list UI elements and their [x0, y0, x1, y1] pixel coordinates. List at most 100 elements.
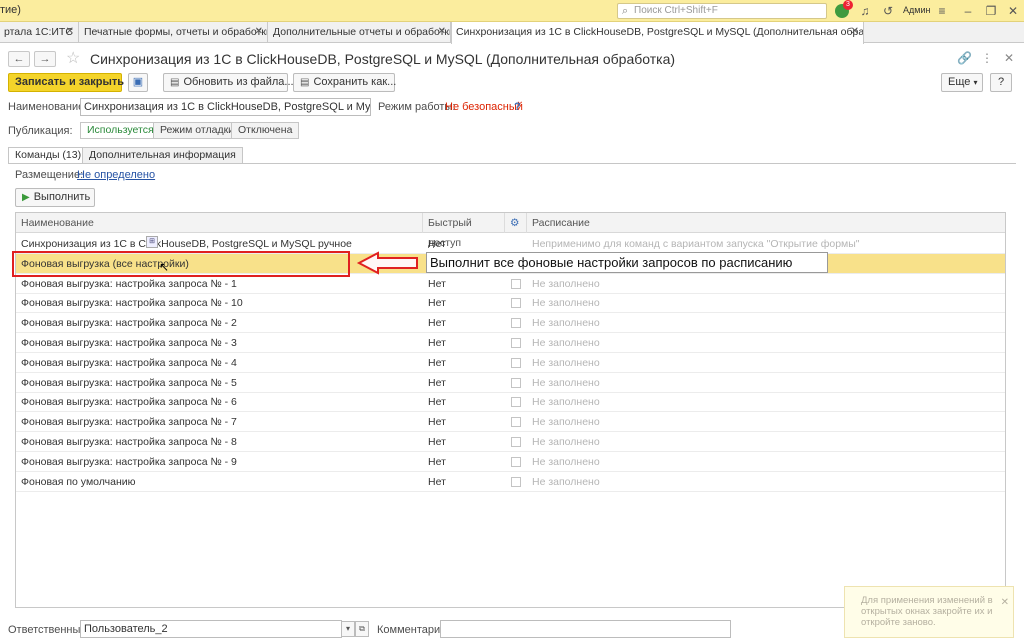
quick-access-checkbox[interactable]: [511, 417, 521, 428]
quick-access-checkbox[interactable]: [511, 377, 521, 388]
cell-name: Фоновая выгрузка: настройка запроса № - …: [21, 356, 237, 369]
tab-divider: [8, 163, 1016, 164]
back-button[interactable]: ←: [8, 51, 30, 67]
table-row[interactable]: Фоновая выгрузка: настройка запроса № - …: [16, 432, 1005, 452]
chevron-down-icon[interactable]: ▾: [341, 621, 355, 637]
name-field[interactable]: Синхронизация из 1С в ClickHouseDB, Post…: [80, 98, 371, 116]
table-row[interactable]: Фоновая выгрузка: настройка запроса № - …: [16, 452, 1005, 472]
tab-commands[interactable]: Команды (13): [8, 147, 89, 164]
quick-access-checkbox[interactable]: [511, 476, 521, 487]
close-icon[interactable]: ✕: [66, 26, 74, 37]
link-icon[interactable]: 🔗: [957, 51, 972, 65]
publication-debug-option[interactable]: Режим отладки: [153, 122, 242, 139]
toast-text: Для применения изменений в открытых окна…: [861, 595, 993, 628]
name-label: Наименование:: [8, 101, 88, 113]
table-row[interactable]: Фоновая выгрузка: настройка запроса № - …: [16, 412, 1005, 433]
app-title: тие): [0, 4, 21, 16]
tab-label: Печатные формы, отчеты и обработки: [84, 26, 268, 38]
table-row[interactable]: Фоновая выгрузка: настройка запроса № - …: [16, 353, 1005, 373]
column-header-schedule[interactable]: Расписание: [527, 213, 1005, 233]
column-header-name[interactable]: Наименование: [16, 213, 423, 233]
close-icon[interactable]: ✕: [438, 26, 446, 37]
open-icon[interactable]: ⧉: [355, 621, 369, 637]
placement-label: Размещение:: [15, 169, 84, 181]
quick-access-checkbox[interactable]: [511, 437, 521, 447]
save-as-button[interactable]: ▤ Сохранить как...: [293, 73, 397, 92]
table-header: Наименование Быстрый доступ ⚙ Расписание: [16, 213, 1005, 249]
cell-schedule[interactable]: Не заполнено: [527, 293, 1005, 313]
cell-schedule[interactable]: Не заполнено: [527, 333, 1005, 353]
cell-schedule[interactable]: Неприменимо для команд с вариантом запус…: [527, 234, 1005, 254]
minimize-icon[interactable]: –: [960, 3, 976, 19]
cell-schedule[interactable]: Не заполнено: [527, 412, 1005, 432]
more-vertical-icon[interactable]: ⋮: [981, 51, 993, 65]
quick-access-checkbox[interactable]: [511, 357, 521, 368]
tab-sync-processing[interactable]: Синхронизация из 1С в ClickHouseDB, Post…: [451, 22, 864, 44]
save-and-close-button[interactable]: Записать и закрыть: [8, 73, 124, 92]
cell-schedule[interactable]: Не заполнено: [527, 472, 1005, 492]
user-name[interactable]: Админ: [903, 5, 930, 15]
cell-schedule[interactable]: Не заполнено: [527, 432, 1005, 452]
table-row[interactable]: Фоновая выгрузка: настройка запроса № - …: [16, 333, 1005, 353]
tab-additional-reports[interactable]: Дополнительные отчеты и обработки ✕: [269, 22, 451, 43]
tab-label: Дополнительные отчеты и обработки: [273, 26, 451, 38]
cell-name: Фоновая выгрузка: настройка запроса № - …: [21, 396, 237, 409]
arrow-left-icon: [356, 251, 418, 275]
comment-field[interactable]: [440, 620, 731, 638]
close-icon[interactable]: ✕: [255, 26, 263, 37]
more-label: Еще: [948, 76, 971, 88]
history-icon[interactable]: ↺: [880, 3, 896, 19]
search-icon: ⌕: [622, 5, 629, 17]
cell-quick-access: Нет: [428, 416, 446, 429]
quick-access-checkbox[interactable]: [511, 298, 521, 309]
table-row[interactable]: Фоновая по умолчанию Нет Не заполнено: [16, 472, 1005, 492]
load-from-file-button[interactable]: ▤ Обновить из файла...: [163, 73, 294, 92]
forward-button[interactable]: →: [34, 51, 56, 67]
cell-schedule[interactable]: Не заполнено: [527, 373, 1005, 393]
quick-access-checkbox[interactable]: [511, 318, 521, 329]
favorite-star-icon[interactable]: ☆: [66, 48, 80, 68]
table-row[interactable]: Фоновая выгрузка: настройка запроса № - …: [16, 373, 1005, 393]
tab-label: ртала 1С:ИТС: [4, 26, 73, 38]
bell-icon[interactable]: ♫: [857, 3, 873, 19]
column-header-quick-access[interactable]: Быстрый доступ: [423, 213, 505, 249]
quick-access-checkbox[interactable]: [511, 456, 521, 467]
close-icon[interactable]: ✕: [851, 26, 859, 37]
quick-access-checkbox[interactable]: [511, 397, 521, 408]
menu-icon[interactable]: ≡: [934, 3, 950, 19]
execute-button[interactable]: ▶ Выполнить: [15, 188, 95, 207]
responsible-field[interactable]: Пользователь_2: [80, 620, 342, 638]
tab-additional-info[interactable]: Дополнительная информация: [82, 147, 243, 164]
play-icon: ▶: [22, 192, 30, 203]
global-search-input[interactable]: ⌕ Поиск Ctrl+Shift+F: [617, 3, 827, 19]
help-button[interactable]: ?: [990, 73, 1012, 92]
file-icon: ▤: [170, 77, 180, 88]
close-window-icon[interactable]: ✕: [1005, 3, 1021, 19]
cell-schedule[interactable]: Не заполнено: [527, 353, 1005, 373]
placement-link[interactable]: Не определено: [77, 169, 155, 181]
table-row[interactable]: Фоновая выгрузка: настройка запроса № - …: [16, 293, 1005, 314]
publication-disabled-option[interactable]: Отключена: [231, 122, 300, 139]
publication-used-option[interactable]: Используется: [80, 122, 161, 139]
tab-print-forms[interactable]: Печатные формы, отчеты и обработки ✕: [80, 22, 268, 43]
cell-quick-access: Нет: [428, 376, 446, 389]
restore-icon[interactable]: ❐: [983, 3, 999, 19]
mode-help-link[interactable]: ?: [514, 101, 521, 113]
cell-schedule[interactable]: Не заполнено: [527, 313, 1005, 333]
save-as-label: Сохранить как...: [313, 76, 397, 88]
cell-schedule[interactable]: Не заполнено: [527, 392, 1005, 412]
quick-access-checkbox[interactable]: [511, 338, 521, 348]
close-form-icon[interactable]: ✕: [1004, 51, 1014, 65]
table-row[interactable]: Фоновая выгрузка: настройка запроса № - …: [16, 313, 1005, 334]
tab-its-portal[interactable]: ртала 1С:ИТС ✕: [0, 22, 79, 43]
table-row[interactable]: Фоновая выгрузка: настройка запроса № - …: [16, 392, 1005, 413]
notifications-icon[interactable]: 3: [834, 0, 853, 19]
quick-access-checkbox[interactable]: [511, 278, 521, 289]
column-header-settings[interactable]: ⚙: [505, 213, 527, 233]
close-icon[interactable]: ✕: [1001, 597, 1009, 608]
cell-schedule[interactable]: Не заполнено: [527, 452, 1005, 472]
save-button[interactable]: ▣: [128, 73, 148, 92]
more-button[interactable]: Еще ▾: [941, 73, 983, 92]
cell-quick-access: Нет: [428, 317, 446, 330]
cell-schedule[interactable]: Не заполнено: [527, 274, 1005, 294]
